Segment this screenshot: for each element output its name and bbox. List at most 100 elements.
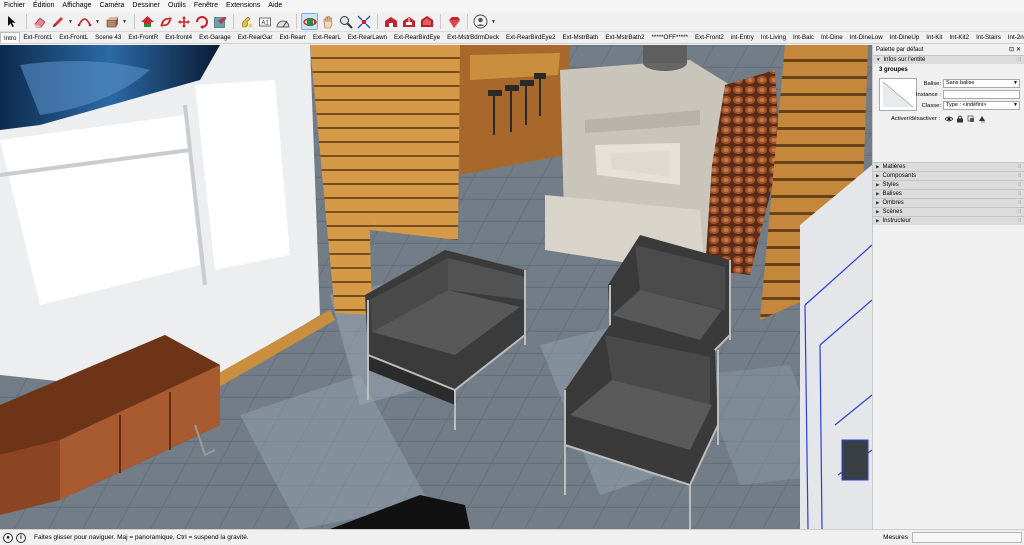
warehouse-icon[interactable] [382, 13, 399, 30]
close-icon[interactable]: ✕ [1016, 45, 1021, 55]
wood-slat-wall [362, 45, 460, 240]
scene-tab[interactable]: Ext-Front2 [692, 32, 728, 43]
panel-header[interactable]: ▶ Styles ⁞⁞ [873, 180, 1024, 189]
menu-item-dessiner[interactable]: Dessiner [128, 0, 164, 12]
scene-tab[interactable]: Int-2ndhall [1005, 32, 1024, 43]
scene-tab[interactable]: Ext-RearBirdEye [391, 32, 444, 43]
scene-tab[interactable]: Intro [0, 32, 21, 43]
layout-icon[interactable] [418, 13, 435, 30]
menu-item-fenetre[interactable]: Fenêtre [190, 0, 222, 12]
scene-tab[interactable]: int-Entry [728, 32, 758, 43]
receive-shadows-icon[interactable] [967, 115, 975, 123]
toggle-label: Activer/désactiver : [891, 116, 940, 122]
scene-tab[interactable]: Ext-MstrBath2 [602, 32, 648, 43]
scene-tab[interactable]: Ext-front4 [162, 32, 196, 43]
panel-header[interactable]: ▶ Scènes ⁞⁞ [873, 207, 1024, 216]
chevron-down-icon[interactable]: ▼ [94, 13, 101, 30]
menu-item-aide[interactable]: Aide [264, 0, 286, 12]
scene-tab[interactable]: Ext-RearGar [235, 32, 277, 43]
class-select[interactable]: Type : <indéfini> ▼ [943, 101, 1020, 110]
scene-tab[interactable]: *****OFF***** [649, 32, 692, 43]
model-render[interactable] [0, 45, 872, 529]
zoom-extents-icon[interactable] [355, 13, 372, 30]
scene-tab[interactable]: Int-Kit2 [946, 32, 973, 43]
panel-header[interactable]: ▶ Matières ⁞⁞ [873, 162, 1024, 171]
scene-tab[interactable]: Ext-MstrBdrmDeck [444, 32, 503, 43]
scene-tab[interactable]: Ext-FrontL [56, 32, 92, 43]
svg-text:A1: A1 [261, 20, 269, 26]
scene-tab[interactable]: Int-Dine [818, 32, 847, 43]
orbit-icon[interactable] [301, 13, 318, 30]
chevron-down-icon[interactable]: ▼ [67, 13, 74, 30]
scene-tab[interactable]: Ext-RearL [310, 32, 345, 43]
scene-tab[interactable]: Int-DineLow [847, 32, 887, 43]
panel-list: ▶ Matières ⁞⁞ ▶ Composants ⁞⁞ ▶ Styles ⁞⁞ ▶ Balise… [873, 162, 1024, 225]
extension-warehouse-icon[interactable] [400, 13, 417, 30]
window-pane [841, 439, 869, 481]
menu-item-outils[interactable]: Outils [164, 0, 190, 12]
expand-triangle-icon: ▶ [876, 200, 880, 205]
tape-measure-icon[interactable] [211, 13, 228, 30]
panel-header[interactable]: ▶ Ombres ⁞⁞ [873, 198, 1024, 207]
zoom-icon[interactable] [337, 13, 354, 30]
scene-tab[interactable]: Int-Stairs [973, 32, 1005, 43]
panel-title: Composants [882, 173, 917, 179]
chevron-down-icon[interactable]: ▼ [121, 13, 128, 30]
text-label-icon[interactable]: A1 [256, 13, 273, 30]
measurements-input[interactable] [912, 532, 1022, 543]
tag-select[interactable]: Sans balise ▼ [943, 79, 1020, 88]
instance-label: Instance : [915, 92, 941, 98]
scene-tab[interactable]: Int-DineUp [887, 32, 924, 43]
scene-tab[interactable]: Ext-Rearr [276, 32, 309, 43]
menu-item-fichier[interactable]: Fichier [0, 0, 29, 12]
scale-icon[interactable] [175, 13, 192, 30]
rotate-icon[interactable] [157, 13, 174, 30]
scene-tab[interactable]: Int-Kit [923, 32, 946, 43]
scene-tab[interactable]: Int-Balc [790, 32, 818, 43]
cast-shadows-icon[interactable] [978, 115, 986, 123]
main-toolbar: ▼ ▼ ▼ A1 ▼ [0, 12, 1024, 32]
offset-icon[interactable] [193, 13, 210, 30]
scene-tab[interactable]: Ext-Garage [196, 32, 235, 43]
select-arrow-icon[interactable] [4, 13, 21, 30]
paint-bucket-icon[interactable] [238, 13, 255, 30]
menu-item-camera[interactable]: Caméra [95, 0, 128, 12]
panel-header[interactable]: ▶ Instructeur ⁞⁞ [873, 216, 1024, 225]
instance-input[interactable] [943, 90, 1020, 99]
lock-icon[interactable] [956, 115, 964, 123]
push-pull-icon[interactable] [103, 13, 120, 30]
scene-tab[interactable]: Ext-RearLawn [345, 32, 391, 43]
status-bar: ● i Faites glisser pour naviguer. Maj = … [0, 529, 1024, 545]
ruby-icon[interactable] [445, 13, 462, 30]
panel-header[interactable]: ▶ Balises ⁞⁞ [873, 189, 1024, 198]
protractor-icon[interactable] [274, 13, 291, 30]
info-icon[interactable]: i [16, 532, 26, 543]
scene-tab[interactable]: Ext-FrontR [125, 32, 162, 43]
profile-icon[interactable] [472, 13, 489, 30]
arc-icon[interactable] [76, 13, 93, 30]
chevron-down-icon: ▼ [1013, 80, 1018, 86]
visibility-eye-icon[interactable] [944, 115, 954, 123]
panel-header-entity-info[interactable]: ▼ Infos sur l'entité ⁞⁞ [873, 55, 1024, 64]
expand-triangle-icon: ▶ [876, 209, 880, 214]
scene-tab[interactable]: Ext-Front1 [20, 32, 56, 43]
pencil-icon[interactable] [49, 13, 66, 30]
panel-title: Matières [882, 164, 906, 170]
scene-tab[interactable]: Int-Living [758, 32, 790, 43]
3d-viewport[interactable] [0, 45, 872, 529]
toolbar-separator [440, 14, 441, 29]
scene-tab[interactable]: Ext-RearBirdEye2 [503, 32, 560, 43]
panel-header[interactable]: ▶ Composants ⁞⁞ [873, 171, 1024, 180]
menu-item-affichage[interactable]: Affichage [58, 0, 95, 12]
hand-pan-icon[interactable] [319, 13, 336, 30]
menu-item-extensions[interactable]: Extensions [222, 0, 264, 12]
scene-tab[interactable]: Scene 43 [92, 32, 125, 43]
move-icon[interactable] [139, 13, 156, 30]
scene-tab[interactable]: Ext-MstrBath [560, 32, 603, 43]
geo-location-icon[interactable]: ● [3, 532, 13, 543]
scene-tabs: Intro Ext-Front1 Ext-FrontL Scene 43 Ext-Fro… [0, 32, 1024, 44]
pin-icon[interactable]: ⊡ [1009, 45, 1014, 55]
menu-item-edition[interactable]: Édition [29, 0, 58, 12]
chevron-down-icon[interactable]: ▼ [490, 13, 497, 30]
eraser-icon[interactable] [31, 13, 48, 30]
